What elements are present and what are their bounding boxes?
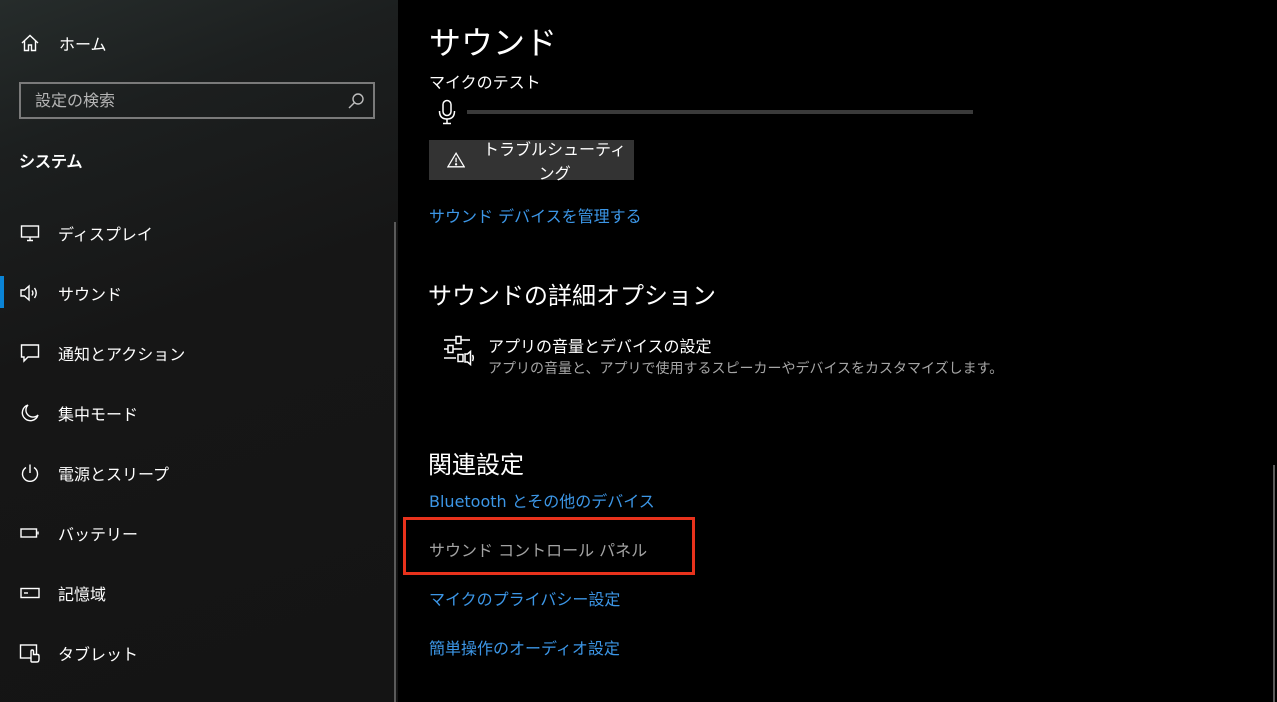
home-icon bbox=[19, 32, 41, 54]
manage-sound-devices-link[interactable]: サウンド デバイスを管理する bbox=[429, 203, 642, 227]
search-input[interactable] bbox=[21, 84, 341, 117]
speaker-icon bbox=[19, 282, 41, 304]
page-title: サウンド bbox=[429, 24, 558, 62]
related-settings-heading: 関連設定 bbox=[428, 451, 524, 479]
sidebar-item-label: 集中モード bbox=[58, 405, 139, 424]
sidebar-scrollbar[interactable] bbox=[394, 222, 396, 702]
monitor-icon bbox=[19, 222, 41, 244]
storage-icon bbox=[19, 582, 41, 604]
search-icon[interactable] bbox=[347, 92, 365, 110]
sidebar-item-power[interactable]: 電源とスリープ bbox=[0, 451, 394, 495]
sidebar-item-tablet[interactable]: タブレット bbox=[0, 631, 394, 675]
sidebar-item-label: バッテリー bbox=[58, 525, 139, 544]
app-volume-description: アプリの音量と、アプリで使用するスピーカーやデバイスをカスタマイズします。 bbox=[488, 361, 1004, 377]
advanced-options-heading: サウンドの詳細オプション bbox=[428, 282, 716, 310]
home-label: ホーム bbox=[59, 35, 107, 54]
tablet-icon bbox=[19, 642, 41, 664]
sidebar-item-sound[interactable]: サウンド bbox=[0, 271, 394, 315]
search-box bbox=[19, 82, 375, 119]
sidebar-item-label: 電源とスリープ bbox=[58, 465, 170, 484]
notification-icon bbox=[19, 342, 41, 364]
power-icon bbox=[19, 462, 41, 484]
home-link[interactable]: ホーム bbox=[0, 21, 394, 65]
battery-icon bbox=[19, 522, 41, 544]
sidebar-item-label: タブレット bbox=[58, 645, 139, 664]
moon-icon bbox=[19, 402, 41, 424]
mixer-sliders-icon bbox=[442, 334, 476, 368]
sidebar-item-label: サウンド bbox=[58, 285, 123, 304]
warning-icon bbox=[447, 151, 466, 168]
sidebar-item-label: 記憶域 bbox=[58, 585, 107, 604]
troubleshoot-label: トラブルシューティング bbox=[483, 140, 627, 183]
mic-test-label: マイクのテスト bbox=[429, 73, 541, 92]
sidebar-item-label: ディスプレイ bbox=[58, 225, 153, 244]
sidebar-item-display[interactable]: ディスプレイ bbox=[0, 211, 394, 255]
ease-of-access-audio-link[interactable]: 簡単操作のオーディオ設定 bbox=[429, 635, 620, 659]
sidebar-item-storage[interactable]: 記憶域 bbox=[0, 571, 394, 615]
sidebar-item-battery[interactable]: バッテリー bbox=[0, 511, 394, 555]
mic-level-meter bbox=[467, 110, 973, 114]
sidebar-item-notifications[interactable]: 通知とアクション bbox=[0, 331, 394, 375]
sidebar: ホーム システム ディスプレイ サウ bbox=[0, 0, 398, 702]
app-volume-settings-item[interactable]: アプリの音量とデバイスの設定 アプリの音量と、アプリで使用するスピーカーやデバイ… bbox=[440, 330, 1004, 380]
bluetooth-devices-link[interactable]: Bluetooth とその他のデバイス bbox=[429, 488, 655, 512]
troubleshoot-button[interactable]: トラブルシューティング bbox=[429, 140, 634, 183]
section-title: システム bbox=[19, 152, 83, 171]
sidebar-item-focus[interactable]: 集中モード bbox=[0, 391, 394, 435]
main-scrollbar[interactable] bbox=[1273, 465, 1275, 702]
sidebar-item-label: 通知とアクション bbox=[58, 345, 186, 364]
highlight-annotation-box bbox=[403, 517, 695, 575]
mic-privacy-link[interactable]: マイクのプライバシー設定 bbox=[429, 586, 620, 610]
app-volume-title: アプリの音量とデバイスの設定 bbox=[488, 337, 712, 356]
microphone-icon bbox=[437, 99, 457, 125]
